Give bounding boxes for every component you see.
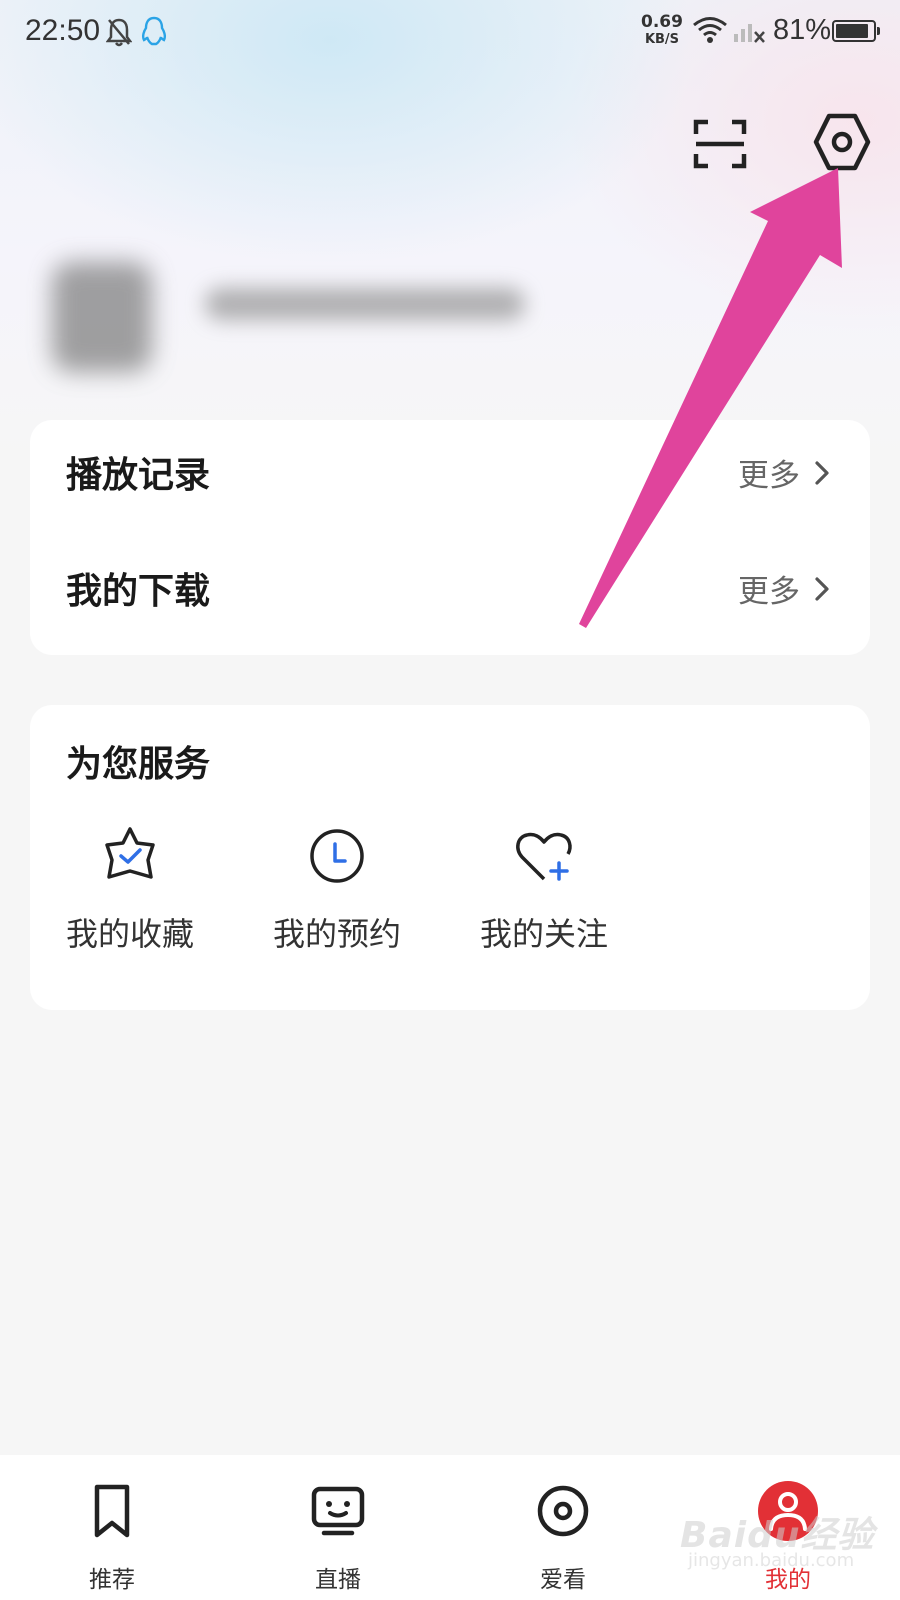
- battery-fill: [836, 24, 869, 38]
- settings-button[interactable]: [810, 110, 874, 174]
- my-follows-button[interactable]: 我的关注: [464, 823, 624, 955]
- status-time: 22:50: [25, 14, 101, 47]
- bell-muted-icon: [105, 16, 133, 52]
- nav-tab-recommend[interactable]: 推荐: [42, 1455, 182, 1600]
- signal-no-service-icon: [732, 16, 766, 48]
- nav-tab-live[interactable]: 直播: [268, 1455, 408, 1600]
- nav-label-watch: 爱看: [540, 1567, 586, 1593]
- nav-tab-watch[interactable]: 爱看: [493, 1455, 633, 1600]
- header-background: [0, 0, 900, 470]
- play-history-more[interactable]: 更多: [738, 450, 830, 495]
- avatar[interactable]: [52, 262, 152, 372]
- username-blurred[interactable]: [205, 288, 525, 320]
- downloads-more[interactable]: 更多: [738, 566, 830, 611]
- heart-plus-icon: [512, 823, 576, 887]
- clock-icon: [305, 823, 369, 887]
- services-card: 为您服务 我的收藏 我的预约 我的关注: [30, 705, 870, 1010]
- my-favorites-button[interactable]: 我的收藏: [50, 823, 210, 955]
- chevron-right-icon: [815, 576, 829, 601]
- battery-percent: 81%: [773, 14, 832, 46]
- network-speed: 0.69 KB/S: [641, 12, 683, 48]
- my-reservations-label: 我的预约: [272, 915, 401, 953]
- downloads-title: 我的下载: [66, 571, 211, 612]
- battery-icon: [832, 20, 880, 42]
- wifi-icon: [692, 16, 728, 48]
- hexagon-settings-icon: [813, 113, 871, 171]
- status-bar: 22:50 0.69 KB/S 81%: [0, 0, 900, 64]
- my-follows-label: 我的关注: [479, 915, 608, 953]
- play-history-title: 播放记录: [66, 455, 211, 496]
- tv-face-icon: [308, 1481, 368, 1541]
- watermark-url: jingyan.baidu.com: [688, 1550, 855, 1571]
- baidu-watermark: Baidu经验 jingyan.baidu.com: [680, 1506, 890, 1576]
- bookmark-icon: [82, 1481, 142, 1541]
- nav-label-live: 直播: [315, 1567, 361, 1593]
- my-favorites-label: 我的收藏: [65, 915, 194, 953]
- scan-button[interactable]: [690, 114, 750, 174]
- services-title: 为您服务: [66, 744, 211, 785]
- my-reservations-button[interactable]: 我的预约: [257, 823, 417, 955]
- history-card: 播放记录 更多 我的下载 更多: [30, 420, 870, 655]
- disc-icon: [533, 1481, 593, 1541]
- star-check-icon: [98, 823, 162, 887]
- chevron-right-icon: [815, 460, 829, 485]
- scan-icon: [693, 119, 747, 169]
- nav-label-recommend: 推荐: [89, 1567, 135, 1593]
- qq-penguin-icon: [140, 16, 168, 52]
